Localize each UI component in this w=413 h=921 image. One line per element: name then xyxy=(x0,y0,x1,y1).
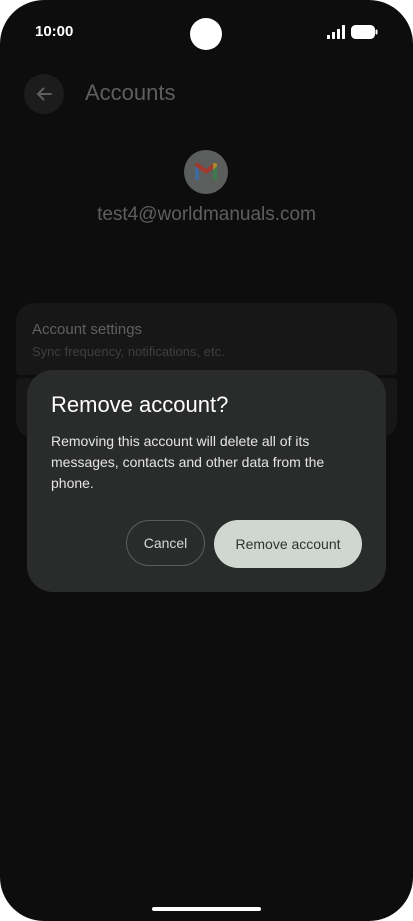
account-settings-subtitle: Sync frequency, notifications, etc. xyxy=(32,344,225,359)
battery-icon xyxy=(351,25,378,39)
account-settings-item[interactable]: Account settings Sync frequency, notific… xyxy=(16,303,397,375)
status-time: 10:00 xyxy=(35,23,74,40)
remove-account-button[interactable]: Remove account xyxy=(214,520,362,568)
cancel-button[interactable]: Cancel xyxy=(126,520,205,566)
account-settings-title: Account settings xyxy=(32,321,143,338)
home-indicator[interactable] xyxy=(152,907,261,911)
dialog-title: Remove account? xyxy=(51,392,229,417)
remove-account-dialog: Remove account? Removing this account wi… xyxy=(27,370,386,592)
phone-screen: 10:00 Accounts test4@worldmanuals.com Ac… xyxy=(0,0,413,921)
arrow-left-icon xyxy=(37,87,52,101)
account-email: test4@worldmanuals.com xyxy=(97,204,316,225)
dialog-message: Removing this account will delete all of… xyxy=(51,433,325,491)
camera-cutout xyxy=(190,18,222,50)
status-bar: 10:00 xyxy=(0,0,413,64)
back-button[interactable] xyxy=(24,74,64,114)
signal-icon xyxy=(327,25,345,39)
gmail-logo-icon xyxy=(184,150,228,194)
page-title: Accounts xyxy=(85,80,176,105)
